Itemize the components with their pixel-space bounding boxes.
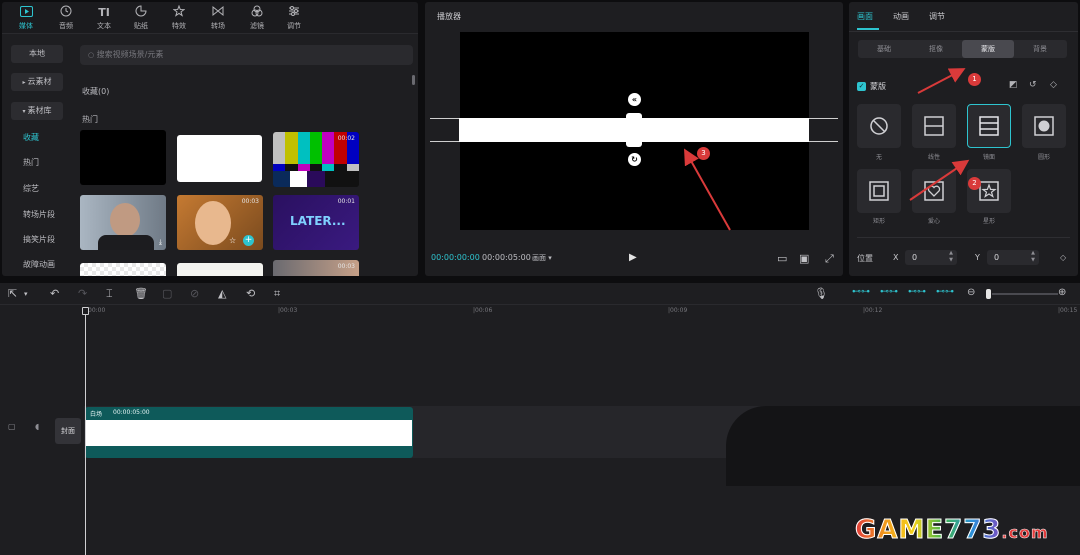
annotation-badge-2: 2 bbox=[968, 177, 981, 190]
watermark-logo: GAME773.com bbox=[854, 515, 1049, 546]
annotation-badge-1: 1 bbox=[968, 73, 981, 86]
annotation-arrows bbox=[684, 68, 970, 231]
annotation-badge-3: 3 bbox=[697, 147, 710, 160]
